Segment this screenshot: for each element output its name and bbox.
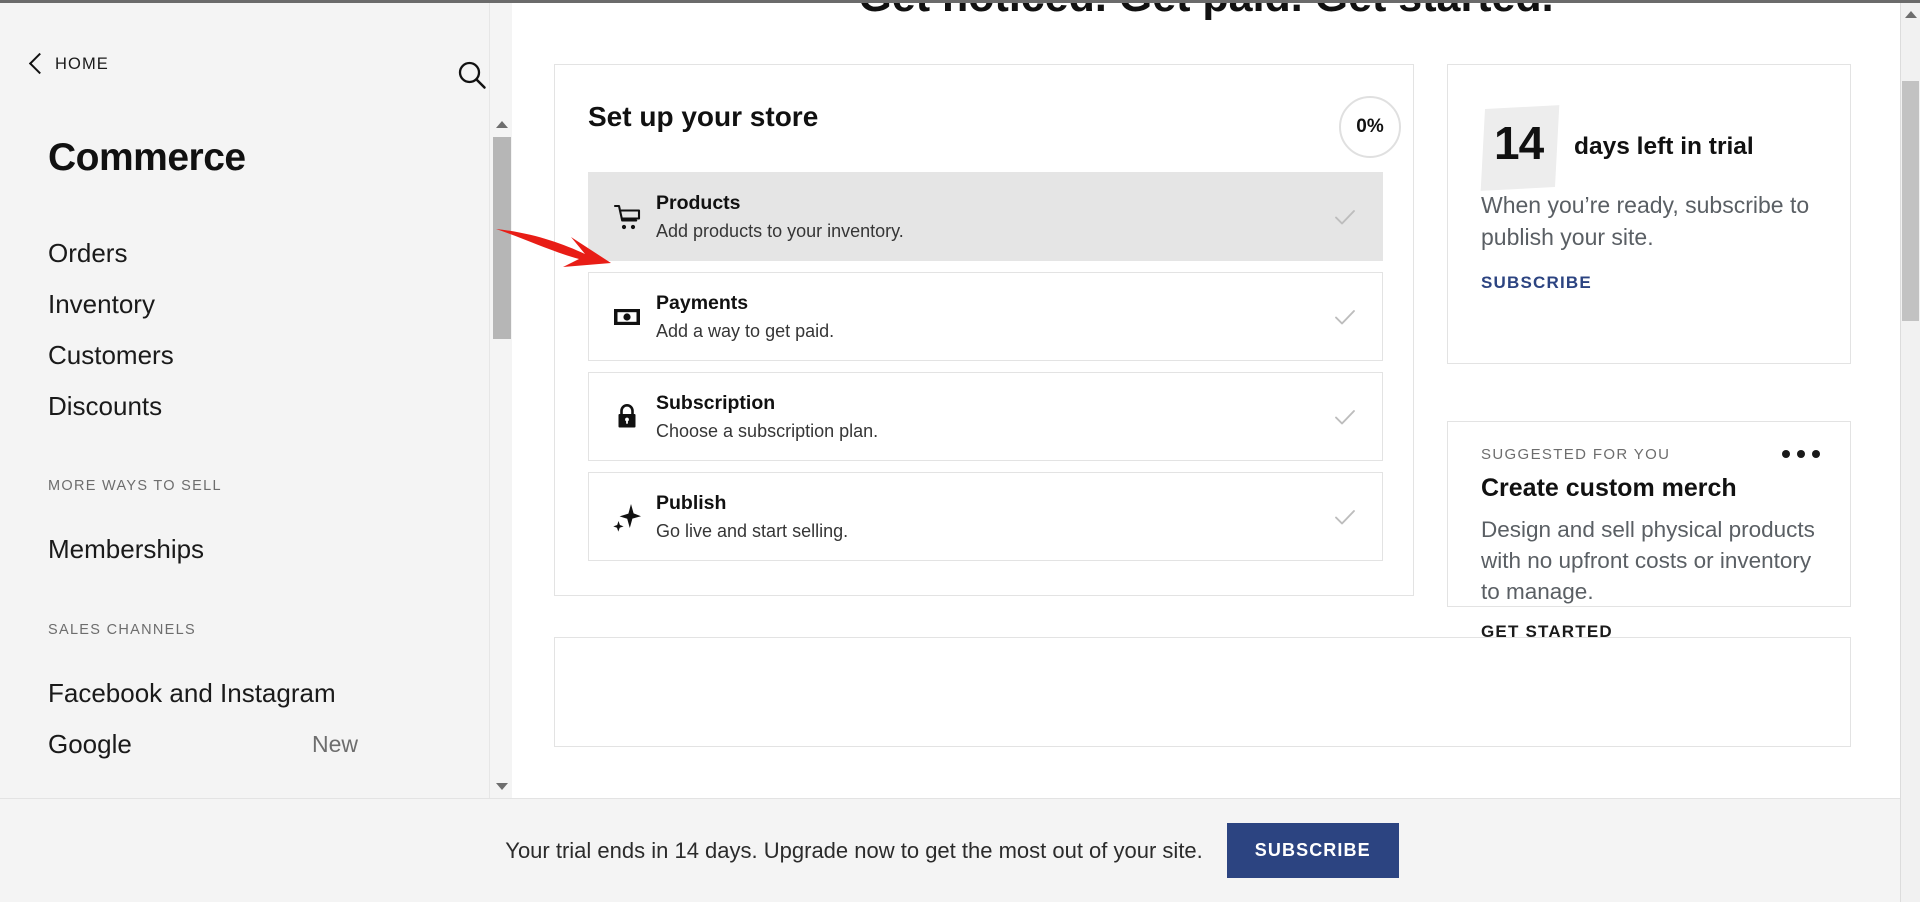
trial-subscribe-link[interactable]: SUBSCRIBE xyxy=(1481,273,1592,293)
trial-banner-message: Your trial ends in 14 days. Upgrade now … xyxy=(505,837,1203,863)
sidebar-item-badge: New xyxy=(311,731,358,757)
sparkle-icon xyxy=(608,498,646,536)
next-section-card xyxy=(554,637,1851,747)
setup-task-subscription[interactable]: Subscription Choose a subscription plan. xyxy=(588,372,1383,461)
setup-task-name: Subscription xyxy=(656,392,776,414)
check-icon xyxy=(1332,204,1358,230)
setup-task-text: Payments Add a way to get paid. xyxy=(656,291,834,344)
lock-icon xyxy=(608,398,646,436)
setup-store-card: Set up your store 0% Products Add produc… xyxy=(554,64,1414,596)
setup-task-desc: Add a way to get paid. xyxy=(656,321,835,342)
setup-progress-ring: 0% xyxy=(1339,96,1401,158)
triangle-up-icon[interactable] xyxy=(1901,3,1920,25)
sidebar-item-label: Google xyxy=(48,729,132,759)
setup-task-list: Products Add products to your inventory. xyxy=(588,172,1383,572)
setup-task-products[interactable]: Products Add products to your inventory. xyxy=(588,172,1383,261)
setup-task-desc: Add products to your inventory. xyxy=(656,221,904,242)
trial-banner-bar: Your trial ends in 14 days. Upgrade now … xyxy=(0,798,1904,902)
sidebar-nav: Orders Inventory Customers Discounts MOR… xyxy=(48,228,448,770)
setup-task-text: Subscription Choose a subscription plan. xyxy=(656,391,878,444)
setup-task-name: Products xyxy=(656,192,741,214)
check-icon xyxy=(1332,404,1358,430)
commerce-sidebar: HOME Commerce Orders Inventory Customers… xyxy=(0,3,489,798)
page-title: Commerce xyxy=(48,136,246,179)
setup-task-name: Payments xyxy=(656,292,749,314)
sidebar-item-label: Discounts xyxy=(48,391,163,421)
setup-task-payments[interactable]: Payments Add a way to get paid. xyxy=(588,272,1383,361)
trial-days-label: days left in trial xyxy=(1574,133,1754,160)
sidebar-item-label: Memberships xyxy=(48,534,205,564)
sidebar-header: HOME xyxy=(0,3,489,103)
main-heading: Get noticed. Get paid. Get started. xyxy=(512,3,1900,22)
app-window: HOME Commerce Orders Inventory Customers… xyxy=(0,0,1920,902)
chevron-left-icon xyxy=(30,53,43,75)
main-content: Get noticed. Get paid. Get started. Set … xyxy=(512,3,1900,798)
trial-days-count: 14 xyxy=(1494,117,1544,169)
back-to-home-label: HOME xyxy=(55,54,109,73)
suggested-title: Create custom merch xyxy=(1481,474,1737,502)
triangle-up-icon[interactable] xyxy=(490,113,513,135)
triangle-down-icon[interactable] xyxy=(490,775,513,797)
trial-status-card: 14 days left in trial When you’re ready,… xyxy=(1447,64,1851,364)
suggested-get-started-link[interactable]: GET STARTED xyxy=(1481,622,1613,642)
sidebar-item-orders[interactable]: Orders xyxy=(48,228,448,279)
sidebar-item-customers[interactable]: Customers xyxy=(48,330,448,381)
trial-card-body: When you’re ready, subscribe to publish … xyxy=(1481,192,1810,250)
sidebar-item-google[interactable]: Google New xyxy=(48,719,448,770)
setup-task-text: Publish Go live and start selling. xyxy=(656,491,848,544)
sidebar-scrollbar[interactable] xyxy=(489,3,512,798)
sidebar-section-more-ways-to-sell: MORE WAYS TO SELL xyxy=(48,478,222,494)
sidebar-item-memberships[interactable]: Memberships xyxy=(48,524,448,575)
payments-icon xyxy=(608,298,646,336)
subscribe-button[interactable]: SUBSCRIBE xyxy=(1226,823,1399,878)
setup-task-name: Publish xyxy=(656,492,727,514)
sidebar-item-label: Orders xyxy=(48,238,128,268)
setup-task-desc: Choose a subscription plan. xyxy=(656,421,879,442)
sidebar-scrollbar-thumb[interactable] xyxy=(493,137,511,339)
setup-card-title: Set up your store xyxy=(588,101,819,132)
shopping-cart-icon xyxy=(608,198,646,236)
sidebar-item-discounts[interactable]: Discounts xyxy=(48,381,448,432)
browser-scrollbar-thumb[interactable] xyxy=(1902,81,1919,321)
browser-scrollbar[interactable] xyxy=(1900,3,1920,902)
sidebar-item-inventory[interactable]: Inventory xyxy=(48,279,448,330)
ellipsis-icon[interactable] xyxy=(1778,446,1824,462)
setup-task-desc: Go live and start selling. xyxy=(656,521,849,542)
sidebar-item-facebook-and-instagram[interactable]: Facebook and Instagram xyxy=(48,668,448,719)
suggested-body: Design and sell physical products with n… xyxy=(1481,517,1815,605)
sidebar-item-label: Facebook and Instagram xyxy=(48,678,336,708)
setup-progress-label: 0% xyxy=(1356,116,1384,137)
back-to-home-link[interactable]: HOME xyxy=(30,53,109,75)
check-icon xyxy=(1332,504,1358,530)
check-icon xyxy=(1332,304,1358,330)
setup-task-text: Products Add products to your inventory. xyxy=(656,191,904,244)
search-icon[interactable] xyxy=(455,58,489,92)
setup-task-publish[interactable]: Publish Go live and start selling. xyxy=(588,472,1383,561)
suggested-eyebrow: SUGGESTED FOR YOU xyxy=(1481,446,1671,463)
sidebar-section-sales-channels: SALES CHANNELS xyxy=(48,622,196,638)
trial-days-badge: 14 days left in trial xyxy=(1480,105,1754,191)
suggested-for-you-card: SUGGESTED FOR YOU Create custom merch De… xyxy=(1447,421,1851,641)
sidebar-item-label: Inventory xyxy=(48,289,155,319)
sidebar-item-label: Customers xyxy=(48,340,174,370)
